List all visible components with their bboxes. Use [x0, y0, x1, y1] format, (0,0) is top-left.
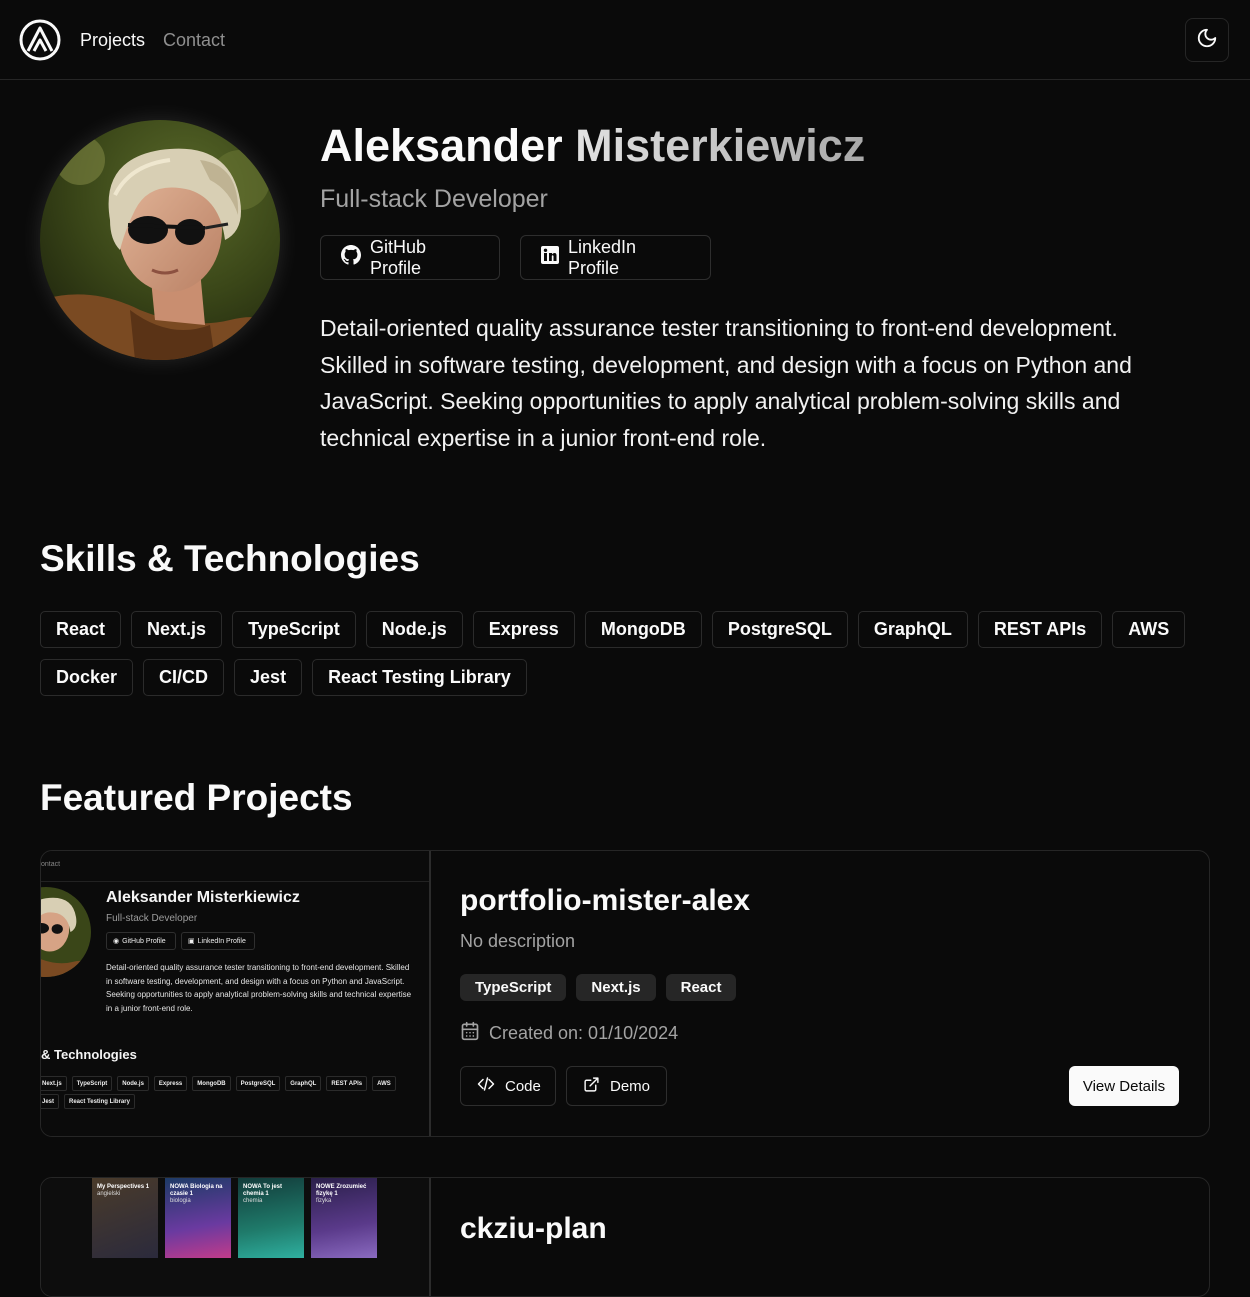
project-card: ontact Aleksander Misterkiewicz Full-sta…	[40, 850, 1210, 1137]
project-tag: Next.js	[576, 974, 656, 1001]
top-navbar: Projects Contact	[0, 0, 1250, 80]
thumb-nav-text: ontact	[41, 861, 61, 868]
linkedin-profile-button[interactable]: LinkedIn Profile	[520, 235, 711, 280]
book-subtitle: biologia	[170, 1198, 191, 1204]
thumb-chips-row1: Next.js TypeScript Node.js Express Mongo…	[41, 1076, 429, 1091]
book-title: NOWA Biologia na czasie 1	[170, 1184, 223, 1197]
github-profile-label: GitHub Profile	[370, 236, 427, 278]
project-tags: TypeScript Next.js React	[460, 974, 737, 1001]
thumb-avatar	[41, 887, 91, 977]
profile-bio: Detail-oriented quality assurance tester…	[320, 315, 1132, 451]
book-subtitle: fizyka	[316, 1198, 332, 1204]
thumb-chip: PostgreSQL	[235, 1076, 281, 1091]
demo-button[interactable]: Demo	[566, 1066, 667, 1106]
skill-badge: CI/CD	[143, 659, 225, 696]
thumb-chip: Next.js	[41, 1076, 67, 1091]
project-screenshot: My Perspectives 1 angielski NOWA Biologi…	[41, 1178, 431, 1296]
skill-badge: TypeScript	[232, 611, 356, 648]
thumb-chip: TypeScript	[71, 1076, 113, 1091]
thumb-linkedin-button: ▣ LinkedIn Profile	[181, 932, 255, 950]
skills-list: React Next.js TypeScript Node.js Express…	[40, 611, 1220, 696]
thumb-book: My Perspectives 1 angielski	[92, 1178, 158, 1258]
linkedin-profile-label: LinkedIn Profile	[568, 236, 637, 278]
project-created-label: Created on: 01/10/2024	[489, 1023, 679, 1043]
skill-badge: Docker	[40, 659, 134, 696]
profile-name: Aleksander Misterkiewicz	[320, 118, 865, 174]
code-icon	[477, 1075, 495, 1097]
project-title: ckziu-plan	[460, 1212, 607, 1245]
book-title: NOWA To jest chemia 1	[243, 1184, 282, 1197]
project-card: My Perspectives 1 angielski NOWA Biologi…	[40, 1177, 1210, 1297]
project-tag: React	[665, 974, 737, 1001]
thumb-book: NOWA To jest chemia 1 chemia	[238, 1178, 304, 1258]
thumb-book: NOWA Biologia na czasie 1 biologia	[165, 1178, 231, 1258]
thumb-chip: Express	[153, 1076, 188, 1091]
thumb-chip: Node.js	[117, 1076, 149, 1091]
thumb-github-label: GitHub Profile	[122, 937, 166, 945]
nav-link-projects[interactable]: Projects	[80, 29, 145, 51]
project-title: portfolio-mister-alex	[460, 884, 751, 917]
calendar-icon	[460, 1021, 480, 1046]
thumb-chip: GraphQL	[285, 1076, 322, 1091]
skill-badge: GraphQL	[857, 611, 968, 648]
project-description: No description	[460, 931, 576, 951]
skill-badge: Next.js	[131, 611, 223, 648]
logo-icon[interactable]	[19, 19, 61, 61]
skills-section-title: Skills & Technologies	[40, 538, 420, 579]
profile-first-name: Aleksander	[320, 120, 563, 171]
moon-icon	[1196, 27, 1218, 54]
skill-badge: React	[40, 611, 122, 648]
profile-last-name: Misterkiewicz	[575, 120, 866, 171]
github-profile-button[interactable]: GitHub Profile	[320, 235, 500, 280]
thumb-chips-row2: Jest React Testing Library	[41, 1094, 429, 1109]
theme-toggle-button[interactable]	[1185, 18, 1229, 62]
project-tag: TypeScript	[460, 974, 567, 1001]
skill-badge: PostgreSQL	[711, 611, 848, 648]
thumb-chip: MongoDB	[192, 1076, 231, 1091]
skill-badge: Node.js	[365, 611, 463, 648]
book-title: NOWE Zrozumieć fizykę 1	[316, 1184, 367, 1197]
thumb-chip: REST APIs	[326, 1076, 368, 1091]
skill-badge: REST APIs	[977, 611, 1103, 648]
linkedin-icon	[541, 246, 559, 269]
book-subtitle: chemia	[243, 1198, 263, 1204]
thumb-bio: Detail-oriented quality assurance tester…	[106, 963, 412, 1013]
project-screenshot: ontact Aleksander Misterkiewicz Full-sta…	[41, 851, 431, 1136]
code-button-label: Code	[505, 1077, 541, 1095]
skill-badge: Jest	[234, 659, 303, 696]
demo-button-label: Demo	[610, 1077, 651, 1095]
external-link-icon	[583, 1076, 600, 1097]
projects-section-title: Featured Projects	[40, 777, 353, 818]
thumb-name: Aleksander Misterkiewicz	[106, 889, 300, 906]
thumb-chip: AWS	[372, 1076, 396, 1091]
avatar	[40, 120, 280, 360]
book-title: My Perspectives 1	[97, 1184, 150, 1190]
thumb-linkedin-label: LinkedIn Profile	[197, 937, 246, 945]
thumb-chip: Jest	[41, 1094, 60, 1109]
skill-badge: Express	[472, 611, 575, 648]
nav-link-contact[interactable]: Contact	[163, 29, 225, 51]
thumb-role: Full-stack Developer	[106, 913, 198, 924]
thumb-github-button: ◉ GitHub Profile	[106, 932, 176, 950]
skill-badge: MongoDB	[584, 611, 702, 648]
view-details-button[interactable]: View Details	[1069, 1066, 1179, 1106]
code-button[interactable]: Code	[460, 1066, 556, 1106]
profile-role: Full-stack Developer	[320, 185, 548, 213]
thumb-book: NOWE Zrozumieć fizykę 1 fizyka	[311, 1178, 377, 1258]
skill-badge: React Testing Library	[312, 659, 527, 696]
skill-badge: AWS	[1112, 611, 1186, 648]
project-created-date: Created on: 01/10/2024	[460, 1021, 678, 1046]
book-subtitle: angielski	[97, 1191, 121, 1197]
thumb-section-title: & Technologies	[41, 1047, 137, 1062]
thumb-chip: React Testing Library	[64, 1094, 135, 1109]
github-icon	[341, 245, 361, 270]
